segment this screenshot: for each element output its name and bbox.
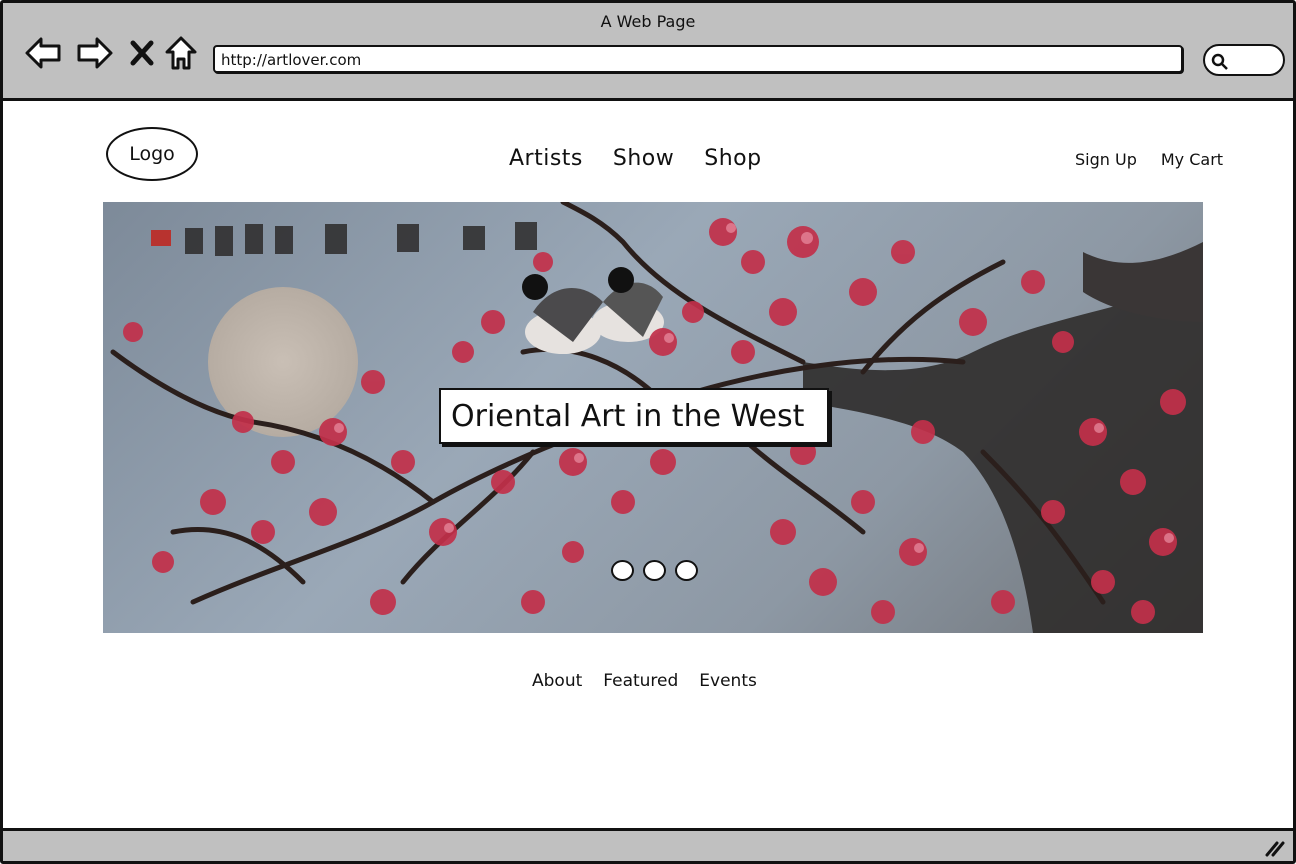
main-nav: Artists Show Shop bbox=[509, 146, 762, 171]
stop-icon[interactable] bbox=[129, 33, 155, 73]
window-title: A Web Page bbox=[600, 12, 696, 31]
forward-arrow-icon[interactable] bbox=[75, 33, 115, 73]
nav-featured[interactable]: Featured bbox=[603, 671, 678, 691]
hero-carousel: Oriental Art in the West bbox=[103, 202, 1203, 633]
carousel-dot-2[interactable] bbox=[643, 560, 666, 581]
status-bar bbox=[3, 828, 1293, 861]
secondary-nav: About Featured Events bbox=[532, 671, 757, 691]
browser-search-field[interactable] bbox=[1203, 44, 1285, 76]
site-logo[interactable]: Logo bbox=[106, 127, 198, 181]
resize-grip-icon[interactable] bbox=[1263, 839, 1285, 857]
nav-events[interactable]: Events bbox=[699, 671, 757, 691]
browser-chrome: A Web Page bbox=[3, 3, 1293, 101]
nav-shop[interactable]: Shop bbox=[704, 146, 761, 171]
carousel-indicators bbox=[611, 560, 698, 581]
sign-up-link[interactable]: Sign Up bbox=[1075, 150, 1137, 169]
nav-show[interactable]: Show bbox=[613, 146, 674, 171]
my-cart-link[interactable]: My Cart bbox=[1161, 150, 1223, 169]
search-icon bbox=[1211, 53, 1228, 70]
nav-artists[interactable]: Artists bbox=[509, 146, 583, 171]
home-icon[interactable] bbox=[163, 33, 199, 73]
url-input[interactable] bbox=[221, 51, 1175, 69]
browser-window: A Web Page Logo Artists Show Shop Sign U… bbox=[0, 0, 1296, 864]
nav-about[interactable]: About bbox=[532, 671, 582, 691]
carousel-dot-1[interactable] bbox=[611, 560, 634, 581]
back-arrow-icon[interactable] bbox=[23, 33, 63, 73]
user-nav: Sign Up My Cart bbox=[1075, 150, 1223, 169]
carousel-dot-3[interactable] bbox=[675, 560, 698, 581]
hero-caption: Oriental Art in the West bbox=[439, 388, 829, 444]
address-bar[interactable] bbox=[213, 45, 1183, 73]
